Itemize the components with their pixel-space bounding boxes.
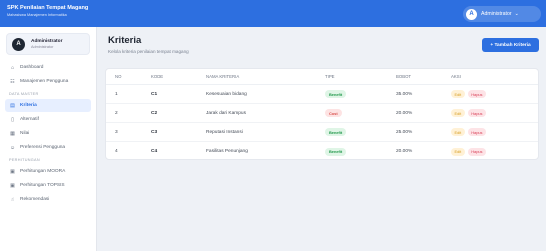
cell-nama: Jarak dari Kampus (206, 110, 246, 116)
sidebar-item-label: Perhitungan MOORA (20, 169, 66, 174)
main-content: Kriteria Kelola kriteria penilaian tempa… (98, 27, 546, 251)
sidebar-menu: ⌂ Dashboard ☷ Manajemen Pengguna DATA MA… (0, 61, 96, 206)
cell-kode: C1 (151, 91, 158, 97)
header-no: NO (115, 74, 122, 79)
sidebar: A Administrator Administrator ⌂ Dashboar… (0, 27, 97, 251)
cell-bobot: 20.00% (396, 110, 413, 116)
type-badge: Benefit (325, 90, 347, 98)
delete-button[interactable]: Hapus (467, 147, 486, 156)
sidebar-item-label: Manajemen Pengguna (20, 79, 69, 84)
header-kode: KODE (151, 74, 164, 79)
table-row: 1 C1 Kesesuaian bidang Benefit 35.00% Ed… (106, 85, 538, 104)
edit-button[interactable]: Edit (451, 147, 465, 156)
avatar: A (466, 8, 477, 20)
sidebar-item-nilai[interactable]: ▦ Nilai (5, 127, 91, 140)
user-menu-button[interactable]: A Administrator ⌄ (463, 6, 541, 22)
page-subtitle: Kelola kriteria penilaian tempat magang (108, 49, 189, 54)
sidebar-section-perhitungan: PERHITUNGAN (9, 157, 40, 162)
header-tipe: TIPE (325, 74, 335, 79)
cell-bobot: 25.00% (396, 129, 413, 135)
delete-button[interactable]: Hapus (467, 109, 486, 117)
cell-kode: C2 (151, 110, 158, 116)
top-navbar: SPK Penilaian Tempat Magang Mahasiswa Ma… (0, 0, 546, 27)
type-badge: Benefit (325, 128, 347, 136)
home-icon: ⌂ (10, 64, 15, 71)
sidebar-profile: A Administrator Administrator (6, 33, 90, 55)
delete-button[interactable]: Hapus (467, 128, 486, 136)
app-title: SPK Penilaian Tempat Magang (7, 5, 89, 11)
calculator-icon: ▣ (10, 168, 15, 175)
cell-kode: C4 (151, 149, 158, 154)
edit-button[interactable]: Edit (451, 109, 465, 117)
brand[interactable]: SPK Penilaian Tempat Magang Mahasiswa Ma… (7, 5, 88, 18)
cell-no: 3 (115, 129, 118, 135)
sidebar-item-label: Nilai (20, 131, 30, 136)
profile-role: Administrator (31, 44, 54, 49)
edit-button[interactable]: Edit (451, 90, 465, 98)
cell-kode: C3 (151, 129, 158, 135)
sidebar-item-kriteria[interactable]: ▤ Kriteria (5, 99, 91, 112)
cell-nama: Reputasi Instansi (206, 129, 243, 135)
cell-no: 2 (115, 110, 118, 116)
sidebar-item-label: Dashboard (20, 65, 44, 70)
grid-icon: ▦ (10, 130, 15, 137)
sidebar-item-alternatif[interactable]: ▯ Alternatif (5, 113, 91, 126)
delete-button[interactable]: Hapus (467, 90, 486, 98)
table-row: 4 C4 Fasilitas Penunjang Benefit 20.00% … (106, 142, 538, 161)
sidebar-item-manajemen-pengguna[interactable]: ☷ Manajemen Pengguna (5, 75, 91, 88)
thumbs-up-icon: ☝ (10, 196, 15, 203)
cell-no: 4 (115, 149, 118, 154)
cell-nama: Kesesuaian bidang (206, 91, 247, 97)
file-icon: ▯ (11, 116, 14, 123)
cell-nama: Fasilitas Penunjang (206, 149, 248, 154)
sidebar-item-dashboard[interactable]: ⌂ Dashboard (5, 61, 91, 74)
user-name: Administrator (481, 11, 512, 17)
page-title: Kriteria (108, 35, 142, 46)
profile-name: Administrator (31, 38, 63, 44)
sidebar-item-label: Rekomendasi (20, 197, 50, 202)
table-header: NO KODE NAMA KRITERIA TIPE BOBOT AKSI (106, 69, 538, 85)
sidebar-item-perhitungan-moora[interactable]: ▣ Perhitungan MOORA (5, 165, 91, 178)
table-row: 3 C3 Reputasi Instansi Benefit 25.00% Ed… (106, 123, 538, 142)
user-pref-icon: ☺ (9, 144, 16, 151)
cell-bobot: 20.00% (396, 149, 413, 154)
cell-bobot: 35.00% (396, 91, 413, 97)
sidebar-item-rekomendasi[interactable]: ☝ Rekomendasi (5, 193, 91, 206)
type-badge: Cost (325, 109, 342, 117)
cell-no: 1 (115, 91, 118, 97)
type-badge: Benefit (325, 147, 347, 156)
edit-button[interactable]: Edit (451, 128, 465, 136)
sidebar-item-label: Perhitungan TOPSIS (20, 183, 65, 188)
kriteria-table: NO KODE NAMA KRITERIA TIPE BOBOT AKSI 1 … (105, 68, 539, 160)
sidebar-item-preferensi-pengguna[interactable]: ☺ Preferensi Pengguna (5, 141, 91, 154)
app-subtitle: Mahasiswa Manajemen Informatika (7, 13, 67, 17)
chevron-down-icon: ⌄ (514, 11, 519, 17)
header-bobot: BOBOT (396, 74, 412, 79)
list-icon: ▤ (10, 102, 15, 109)
sidebar-item-label: Alternatif (20, 117, 39, 122)
users-icon: ☷ (10, 78, 15, 85)
table-row: 2 C2 Jarak dari Kampus Cost 20.00% Edit H… (106, 104, 538, 123)
sidebar-item-label: Preferensi Pengguna (20, 145, 66, 150)
profile-avatar: A (12, 37, 25, 51)
calculator-icon: ▣ (10, 182, 15, 189)
header-aksi: AKSI (451, 74, 461, 79)
sidebar-item-label: Kriteria (20, 103, 37, 108)
header-nama: NAMA KRITERIA (206, 74, 240, 79)
add-kriteria-button[interactable]: + Tambah Kriteria (482, 38, 539, 52)
sidebar-section-data-master: DATA MASTER (9, 91, 39, 96)
sidebar-item-perhitungan-topsis[interactable]: ▣ Perhitungan TOPSIS (5, 179, 91, 192)
